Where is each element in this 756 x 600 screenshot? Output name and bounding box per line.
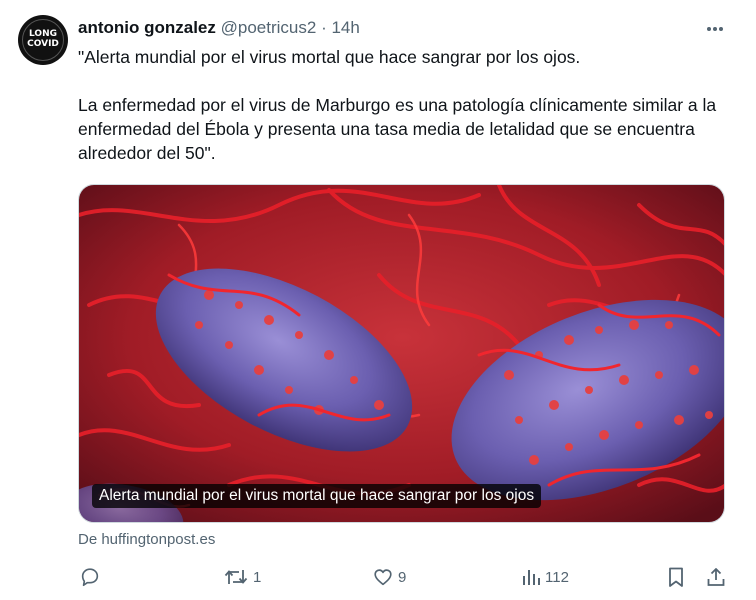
share-icon xyxy=(707,568,725,586)
tweet-text-paragraph-1: "Alerta mundial por el virus mortal que … xyxy=(78,47,581,67)
bookmark-icon xyxy=(669,567,683,587)
views-count: 112 xyxy=(545,568,569,586)
avatar-text-long: LONG xyxy=(29,29,57,39)
retweet-icon xyxy=(224,570,248,584)
tweet-text-paragraph-2: La enfermedad por el virus de Marburgo e… xyxy=(78,95,717,163)
heart-icon xyxy=(374,569,392,586)
avatar-text-covid: COVID xyxy=(27,39,59,49)
more-options-button[interactable] xyxy=(700,16,730,42)
tweet-header: antonio gonzalez @poetricus2 · 14h xyxy=(78,17,360,39)
views-button[interactable]: 112 xyxy=(521,565,569,589)
like-button[interactable]: 9 xyxy=(372,565,406,589)
reply-button[interactable] xyxy=(79,565,105,589)
virus-illustration xyxy=(79,185,724,522)
card-source-link[interactable]: De huffingtonpost.es xyxy=(78,531,215,548)
link-card-image[interactable] xyxy=(78,184,725,523)
timestamp[interactable]: 14h xyxy=(331,18,359,37)
separator-dot: · xyxy=(321,18,327,37)
card-caption: Alerta mundial por el virus mortal que h… xyxy=(92,484,542,508)
share-button[interactable] xyxy=(705,565,727,589)
more-horizontal-icon xyxy=(707,27,723,31)
views-chart-icon xyxy=(523,570,540,585)
avatar[interactable]: LONG COVID xyxy=(18,15,68,65)
retweet-button[interactable]: 1 xyxy=(223,565,261,589)
bookmark-button[interactable] xyxy=(666,565,686,589)
retweet-count: 1 xyxy=(253,568,262,586)
author-name[interactable]: antonio gonzalez xyxy=(78,18,216,37)
reply-icon xyxy=(81,568,99,587)
author-handle[interactable]: @poetricus2 xyxy=(221,18,317,37)
like-count: 9 xyxy=(398,568,407,586)
tweet-text: "Alerta mundial por el virus mortal que … xyxy=(78,45,738,165)
